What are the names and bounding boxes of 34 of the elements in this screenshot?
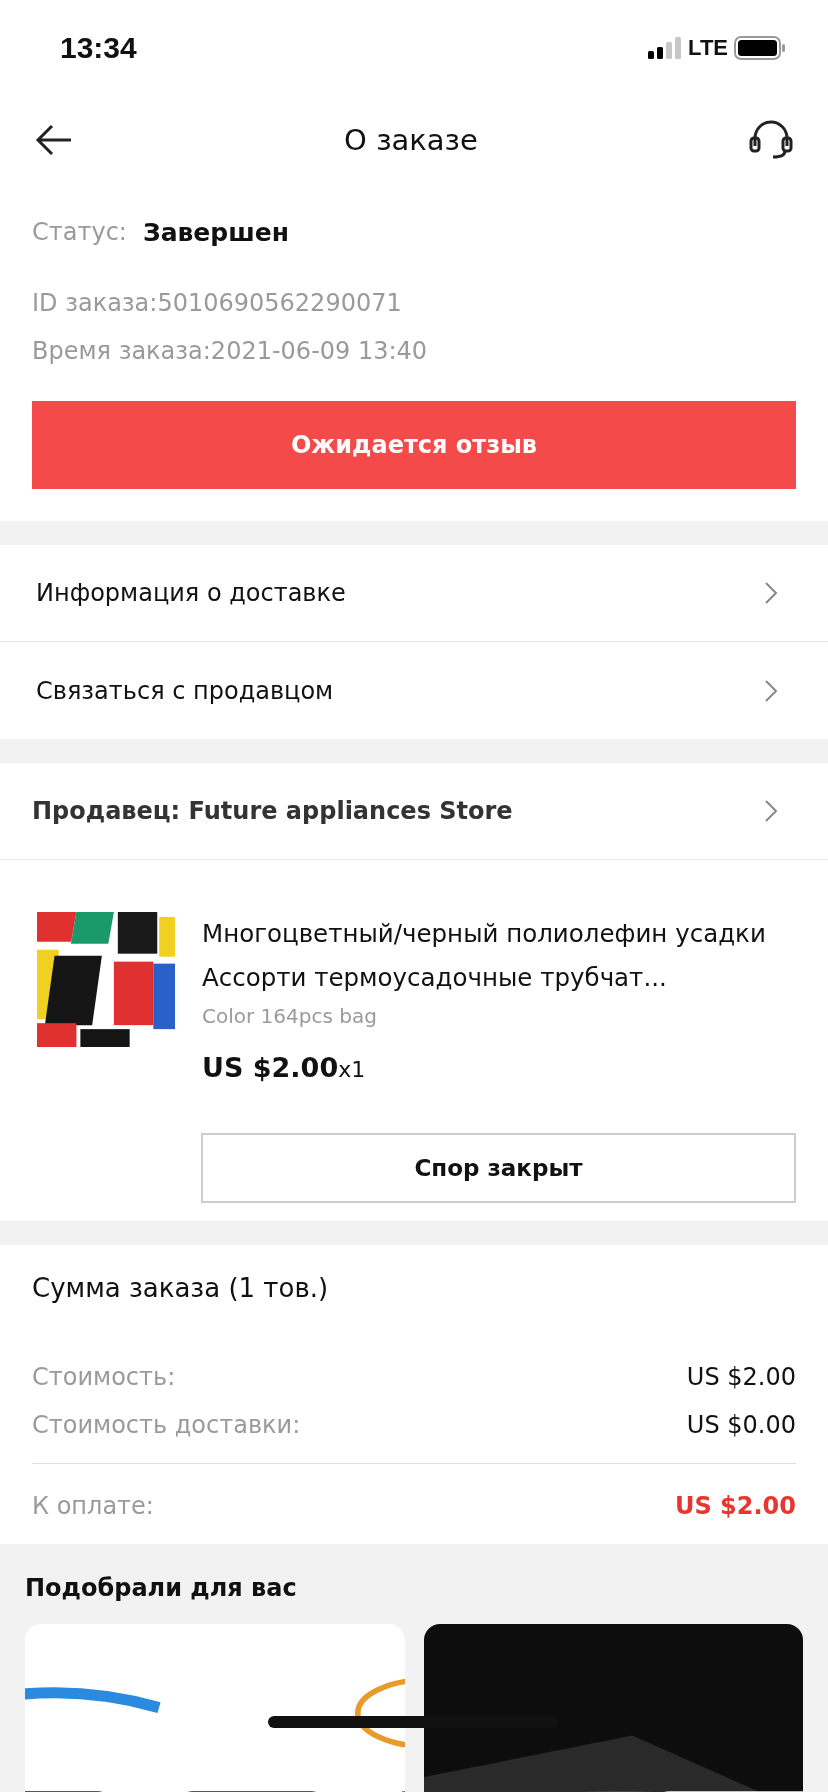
menu-label: Связаться с продавцом (36, 676, 334, 705)
status-value: Завершен (142, 217, 289, 247)
back-icon[interactable] (35, 124, 73, 156)
product-title[interactable]: Многоцветный/черный полиолефин усадки Ассорти термоусадочные трубчат... (202, 912, 796, 1000)
menu-row[interactable]: Информация о доставке (0, 545, 828, 642)
seller-name: Продавец: Future appliances Store (32, 797, 513, 825)
chevron-icon (764, 678, 778, 703)
total-label: К оплате: (32, 1492, 154, 1520)
summary-value: US $0.00 (686, 1411, 796, 1439)
status-label: Статус: (32, 218, 127, 246)
product-variant: Color 164pcs bag (202, 1004, 378, 1028)
seller-row[interactable]: Продавец: Future appliances Store (0, 763, 828, 860)
headset-icon[interactable] (749, 120, 793, 160)
product-quantity: x1 (338, 1057, 366, 1082)
order-id: ID заказа:5010690562290071 (32, 288, 403, 319)
product-price: US $2.00 (202, 1052, 339, 1083)
review-button[interactable]: Ожидается отзыв (32, 401, 796, 489)
summary-label: Стоимость доставки: (32, 1411, 301, 1439)
menu-row[interactable]: Связаться с продавцом (0, 642, 828, 739)
summary-value: US $2.00 (686, 1363, 796, 1391)
total-value: US $2.00 (674, 1492, 796, 1520)
page-title: О заказе (344, 123, 478, 157)
summary-label: Стоимость: (32, 1363, 176, 1391)
section-title: Подобрали для вас (25, 1574, 298, 1602)
menu-label: Информация о доставке (36, 579, 346, 607)
signal-icon (648, 36, 683, 59)
summary-title: Сумма заказа (1 тов.) (32, 1273, 330, 1303)
chevron-icon (764, 581, 778, 605)
network-label: LTE (688, 34, 728, 61)
order-time: Время заказа:2021-06-09 13:40 (32, 336, 429, 367)
dispute-button[interactable]: Спор закрыт (201, 1133, 796, 1203)
status-time: 13:34 (60, 30, 137, 65)
chevron-icon (764, 799, 778, 823)
battery-icon (734, 35, 786, 60)
